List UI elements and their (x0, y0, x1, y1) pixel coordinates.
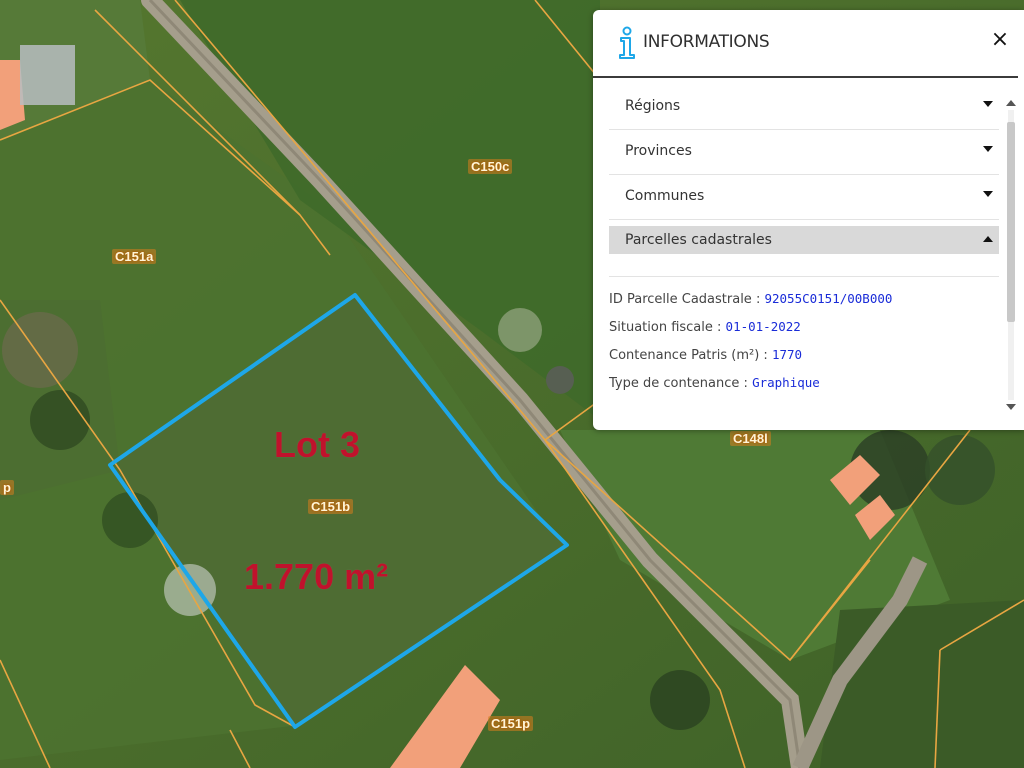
lot-annotation: Lot 3 (274, 424, 360, 465)
scrollbar[interactable] (1006, 100, 1016, 410)
panel-title: INFORMATIONS (643, 32, 770, 52)
chevron-down-icon (983, 191, 993, 197)
detail-row: Contenance Patris (m²) : 1770 (609, 346, 999, 374)
parcel-label: C150c (468, 159, 513, 174)
scroll-up-arrow-icon[interactable] (1006, 100, 1016, 106)
panel-header: INFORMATIONS × (593, 10, 1018, 78)
info-icon (618, 26, 636, 65)
divider (609, 276, 999, 277)
parcel-details: ID Parcelle Cadastrale : 92055C0151/00B0… (609, 290, 999, 402)
detail-row: Type de contenance : Graphique (609, 374, 999, 402)
scrollbar-thumb[interactable] (1007, 122, 1015, 322)
close-button[interactable]: × (988, 28, 1012, 52)
parcel-label: p (0, 480, 14, 495)
detail-key: Type de contenance : (609, 376, 748, 391)
scroll-down-arrow-icon[interactable] (1006, 404, 1016, 410)
area-annotation: 1.770 m² (244, 556, 389, 597)
accordion-item-communes[interactable]: Communes (609, 175, 999, 220)
accordion-item-provinces[interactable]: Provinces (609, 130, 999, 175)
parcel-label: C148l (730, 431, 771, 446)
accordion-label: Provinces (625, 143, 692, 159)
detail-key: ID Parcelle Cadastrale : (609, 292, 761, 307)
accordion-item-parcelles[interactable]: Parcelles cadastrales (609, 226, 999, 254)
chevron-up-icon (983, 236, 993, 242)
accordion: Régions Provinces Communes Parcelles cad… (609, 85, 999, 254)
detail-key: Situation fiscale : (609, 320, 722, 335)
information-panel: INFORMATIONS × Régions Provinces Commune… (593, 10, 1024, 430)
parcel-label: C151b (308, 499, 354, 514)
accordion-label: Parcelles cadastrales (625, 232, 772, 248)
accordion-label: Communes (625, 188, 705, 204)
chevron-down-icon (983, 101, 993, 107)
chevron-down-icon (983, 146, 993, 152)
detail-value: 92055C0151/00B000 (764, 291, 893, 306)
parcel-label: C151p (488, 716, 534, 731)
detail-key: Contenance Patris (m²) : (609, 348, 768, 363)
detail-value: Graphique (752, 375, 820, 390)
accordion-item-regions[interactable]: Régions (609, 85, 999, 130)
accordion-label: Régions (625, 98, 681, 114)
detail-value: 1770 (771, 347, 803, 362)
detail-row: ID Parcelle Cadastrale : 92055C0151/00B0… (609, 290, 999, 318)
detail-row: Situation fiscale : 01-01-2022 (609, 318, 999, 346)
parcel-label: C151a (112, 249, 157, 264)
detail-value: 01-01-2022 (725, 319, 801, 334)
